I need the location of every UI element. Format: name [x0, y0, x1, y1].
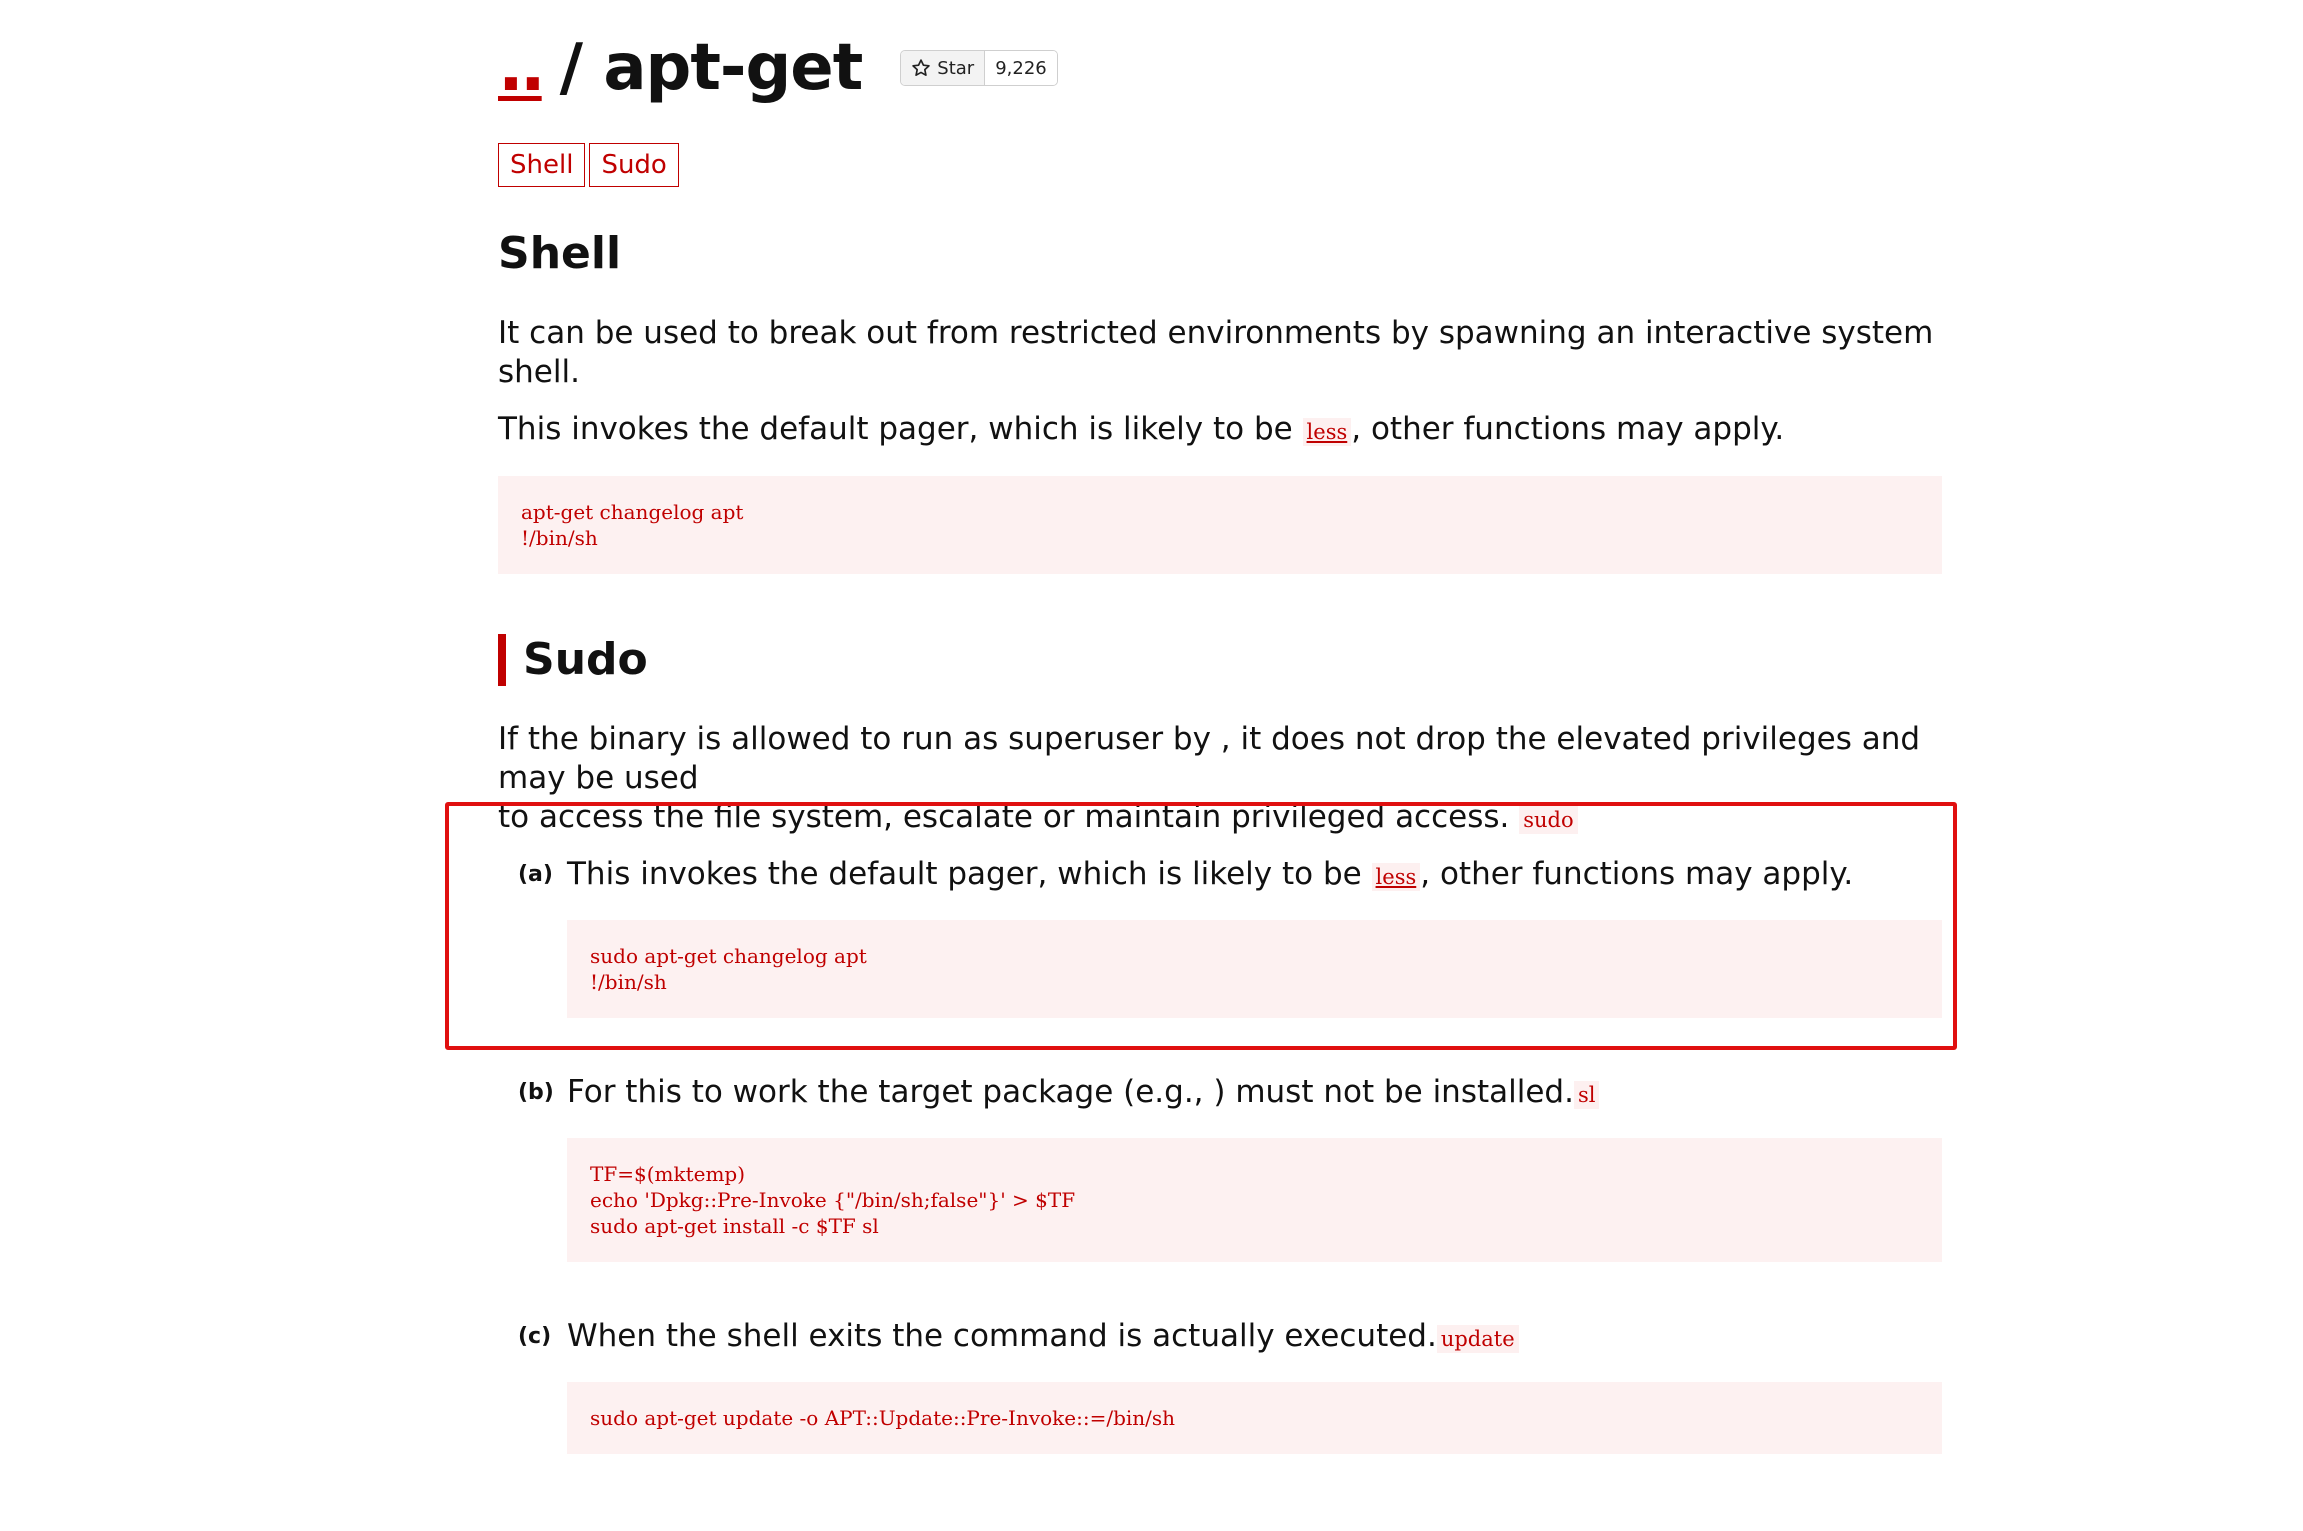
item-b-code: sl: [1573, 1081, 1600, 1109]
sudo-heading: Sudo: [498, 634, 648, 686]
highlight-box: [445, 802, 1957, 1050]
function-tags: Shell Sudo: [498, 143, 679, 187]
shell-note-text: This invokes the default pager, which is…: [498, 411, 1303, 447]
shell-heading: Shell: [498, 228, 622, 279]
item-c-text: When the shell exits the command is actu…: [567, 1317, 1519, 1359]
item-b-code-block: TF=$(mktemp) echo 'Dpkg::Pre-Invoke {"/b…: [567, 1138, 1942, 1262]
page-title: / apt-get: [559, 31, 864, 105]
shell-description: It can be used to break out from restric…: [498, 315, 1934, 390]
sudo-description-line1: If the binary is allowed to run as super…: [498, 721, 1921, 796]
tag-sudo[interactable]: Sudo: [589, 143, 679, 187]
star-count[interactable]: 9,226: [985, 51, 1057, 85]
tag-shell[interactable]: Shell: [498, 143, 586, 187]
shell-code-block: apt-get changelog apt !/bin/sh: [498, 476, 1942, 574]
github-star-widget[interactable]: Star 9,226: [900, 50, 1058, 86]
item-c-code-block: sudo apt-get update -o APT::Update::Pre-…: [567, 1382, 1942, 1454]
item-c-text-before: When the shell exits the command is actu…: [567, 1318, 1437, 1354]
star-label: Star: [937, 57, 975, 79]
item-b-label: (b): [518, 1080, 554, 1105]
item-b-text-before: For this to work the target package (e.g…: [567, 1074, 1574, 1110]
shell-note: This invokes the default pager, which is…: [498, 410, 1942, 452]
page-header: .. / apt-get Star 9,226: [498, 24, 1058, 112]
star-icon: [912, 59, 931, 76]
parent-link[interactable]: ..: [498, 34, 546, 102]
item-c-code: update: [1436, 1325, 1519, 1353]
item-c-label: (c): [518, 1324, 552, 1349]
less-link[interactable]: less: [1302, 418, 1352, 446]
shell-note-suffix: , other functions may apply.: [1351, 411, 1785, 447]
star-button[interactable]: Star: [901, 51, 986, 85]
item-b-text: For this to work the target package (e.g…: [567, 1073, 1600, 1115]
